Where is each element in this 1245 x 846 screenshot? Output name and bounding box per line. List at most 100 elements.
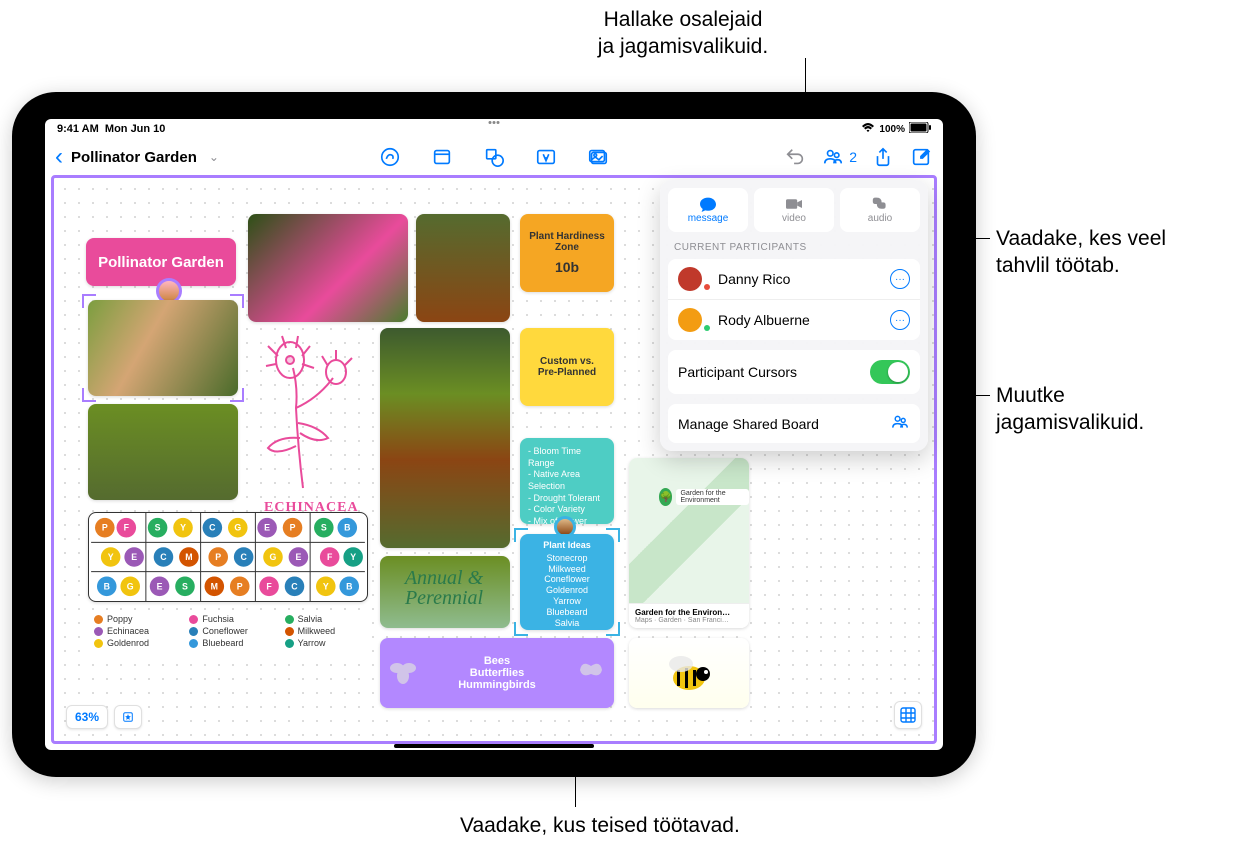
- zoom-controls: 63%: [66, 705, 142, 729]
- tab-label: audio: [868, 213, 892, 224]
- svg-text:B: B: [346, 581, 352, 591]
- participant-name: Rody Albuerne: [718, 312, 810, 328]
- yellow-sticky[interactable]: Custom vs. Pre-Planned: [520, 328, 614, 406]
- cursors-label: Participant Cursors: [678, 364, 797, 380]
- status-date: Mon Jun 10: [105, 123, 166, 135]
- garden-grid-drawing[interactable]: P F S Y C G E P S B Y E C M P: [88, 512, 368, 602]
- svg-text:Y: Y: [323, 581, 329, 591]
- tab-label: video: [782, 213, 806, 224]
- toolbar: ‹ Pollinator Garden ⌄ 2: [45, 139, 943, 175]
- cursors-toggle[interactable]: [870, 360, 910, 384]
- legend-item: Fuchsia: [189, 614, 266, 624]
- legend-item: Echinacea: [94, 626, 171, 636]
- purple-text: Bees Butterflies Hummingbirds: [458, 655, 536, 691]
- callout-bottom: Vaadake, kus teised töötavad.: [460, 812, 740, 839]
- favorites-button[interactable]: [114, 705, 142, 729]
- svg-text:G: G: [234, 523, 241, 533]
- video-tab[interactable]: video: [754, 188, 834, 232]
- orange-sticky[interactable]: Plant Hardiness Zone 10b: [520, 214, 614, 292]
- svg-text:F: F: [124, 523, 130, 533]
- svg-text:E: E: [131, 552, 137, 562]
- share-button[interactable]: [871, 145, 895, 169]
- map-pin-icon: 🌳: [659, 488, 672, 506]
- sticky-value: 10b: [555, 259, 579, 275]
- manage-label: Manage Shared Board: [678, 416, 819, 432]
- freeform-canvas[interactable]: Pollinator Garden: [51, 175, 937, 744]
- svg-text:Y: Y: [180, 523, 186, 533]
- participant-row[interactable]: Danny Rico ···: [668, 259, 920, 300]
- callout-top: Hallake osalejaid ja jagamisvalikuid.: [568, 6, 798, 61]
- svg-text:P: P: [290, 523, 296, 533]
- photo-card[interactable]: [88, 404, 238, 500]
- svg-text:C: C: [291, 581, 298, 591]
- blue-title: Plant Ideas: [526, 540, 608, 551]
- manage-shared-board-row[interactable]: Manage Shared Board: [668, 404, 920, 443]
- callout-right1: Vaadake, kes veel tahvlil töötab.: [996, 225, 1166, 280]
- photo-card[interactable]: [380, 328, 510, 548]
- draw-tool[interactable]: [378, 145, 402, 169]
- svg-text:M: M: [211, 581, 218, 591]
- map-card[interactable]: 🌳 Garden for the Environment Garden for …: [629, 458, 749, 628]
- legend-item: Coneflower: [189, 626, 266, 636]
- tab-label: message: [688, 213, 729, 224]
- participant-more-icon[interactable]: ···: [890, 310, 910, 330]
- legend-item: Milkweed: [285, 626, 362, 636]
- audio-tab[interactable]: audio: [840, 188, 920, 232]
- chevron-down-icon[interactable]: ⌄: [209, 150, 219, 164]
- photo-card[interactable]: [416, 214, 510, 322]
- svg-text:P: P: [102, 523, 108, 533]
- grid-button[interactable]: [894, 701, 922, 729]
- battery-icon: [909, 122, 931, 136]
- zoom-level[interactable]: 63%: [66, 705, 108, 729]
- participant-more-icon[interactable]: ···: [890, 269, 910, 289]
- board-heading-sticky[interactable]: Pollinator Garden: [86, 238, 236, 286]
- svg-text:Y: Y: [350, 552, 356, 562]
- back-button[interactable]: ‹: [55, 145, 63, 169]
- home-indicator: [394, 744, 594, 748]
- wifi-icon: [861, 123, 875, 136]
- photo-card-selected[interactable]: [88, 300, 238, 396]
- svg-text:C: C: [209, 523, 216, 533]
- map-title: Garden for the Environ…: [635, 608, 743, 617]
- board-title[interactable]: Pollinator Garden: [71, 149, 197, 166]
- legend[interactable]: PoppyFuchsiaSalviaEchinaceaConeflowerMil…: [88, 610, 368, 652]
- new-board-button[interactable]: [909, 145, 933, 169]
- svg-text:B: B: [104, 581, 110, 591]
- purple-sticky[interactable]: Bees Butterflies Hummingbirds: [380, 638, 614, 708]
- message-tab[interactable]: message: [668, 188, 748, 232]
- svg-text:E: E: [264, 523, 270, 533]
- blue-sticky-selected[interactable]: Plant Ideas StonecropMilkweedConeflowerG…: [520, 534, 614, 630]
- bee-photo[interactable]: [629, 638, 749, 708]
- ipad-device: 9:41 AM Mon Jun 10 100% ‹ Pollinator Gar…: [12, 92, 976, 777]
- svg-text:Y: Y: [108, 552, 114, 562]
- svg-text:P: P: [215, 552, 221, 562]
- legend-item: Yarrow: [285, 638, 362, 648]
- status-time: 9:41 AM: [57, 123, 99, 135]
- shapes-tool[interactable]: [482, 145, 506, 169]
- green-sticky[interactable]: - Bloom Time Range- Native Area Selectio…: [520, 438, 614, 524]
- svg-text:S: S: [321, 523, 327, 533]
- participant-name: Danny Rico: [718, 271, 790, 287]
- collaborate-button[interactable]: [821, 145, 845, 169]
- annual-label: Annual & Perennial: [394, 568, 494, 608]
- svg-text:G: G: [270, 552, 277, 562]
- svg-text:F: F: [327, 552, 333, 562]
- map-subtitle: Maps · Garden · San Franci…: [635, 617, 743, 624]
- media-tool[interactable]: [586, 145, 610, 169]
- map-pin-label: Garden for the Environment: [676, 489, 749, 505]
- collaborate-icon: [890, 414, 910, 433]
- legend-item: Goldenrod: [94, 638, 171, 648]
- bee-silhouette-icon: [388, 658, 418, 688]
- undo-button[interactable]: [783, 145, 807, 169]
- sticky-tool[interactable]: [430, 145, 454, 169]
- flower-drawing[interactable]: [248, 328, 368, 498]
- participant-row[interactable]: Rody Albuerne ···: [668, 300, 920, 340]
- svg-text:P: P: [237, 581, 243, 591]
- svg-text:E: E: [295, 552, 301, 562]
- svg-text:C: C: [240, 552, 247, 562]
- collab-count: 2: [849, 149, 857, 165]
- text-tool[interactable]: [534, 145, 558, 169]
- svg-text:B: B: [344, 523, 350, 533]
- collaboration-popover: message video audio CURRENT PARTICIPANTS…: [660, 180, 928, 451]
- photo-card[interactable]: [248, 214, 408, 322]
